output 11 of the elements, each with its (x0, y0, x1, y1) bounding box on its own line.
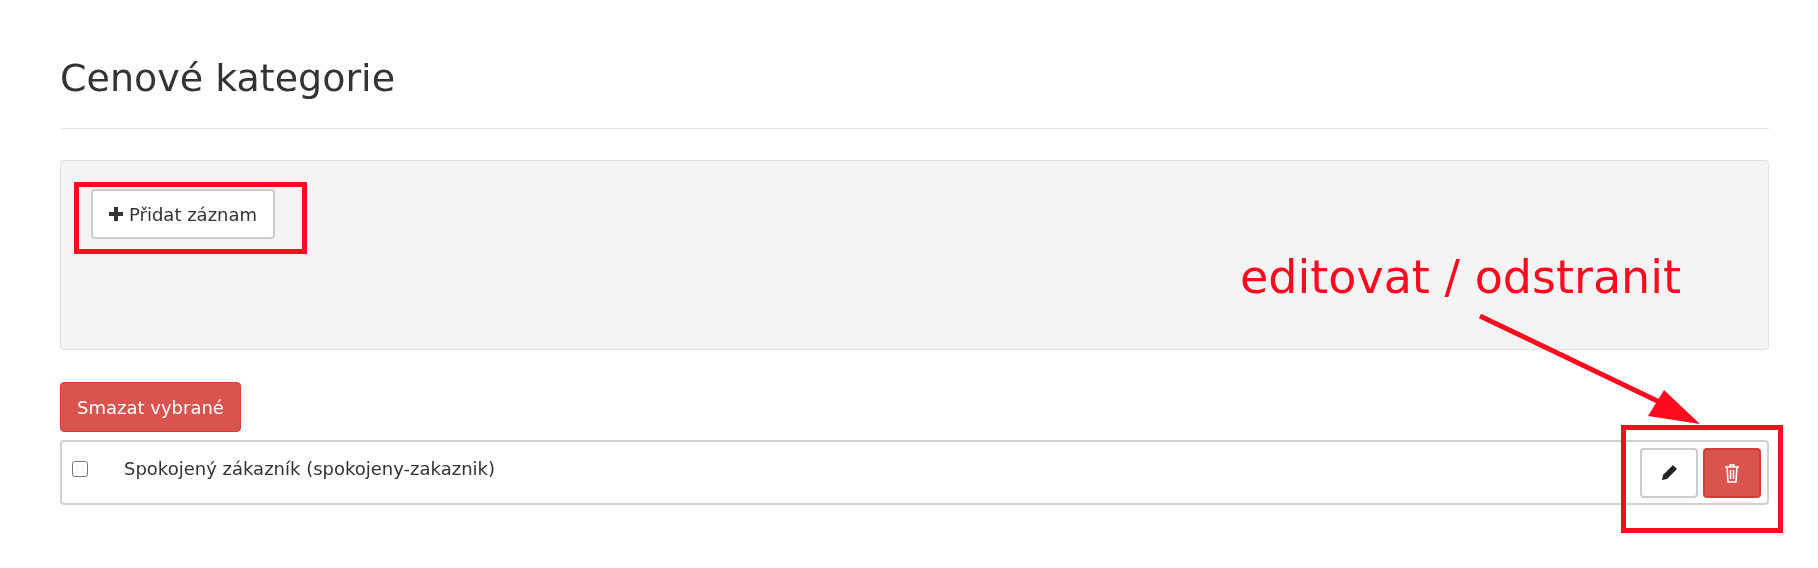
annotation-label: editovat / odstranit (1240, 250, 1682, 304)
delete-selected-button[interactable]: Smazat vybrané (60, 382, 241, 432)
edit-button[interactable] (1640, 447, 1698, 498)
trash-icon (1724, 462, 1740, 483)
add-record-button[interactable]: Přidat záznam (91, 189, 276, 239)
row-label: Spokojený zákazník (spokojeny-zakaznik) (124, 458, 496, 479)
row-checkbox[interactable] (72, 460, 88, 477)
pencil-icon (1660, 463, 1678, 482)
page-title: Cenové kategorie (60, 55, 397, 102)
plus-icon (109, 207, 123, 221)
delete-button[interactable] (1703, 447, 1761, 498)
